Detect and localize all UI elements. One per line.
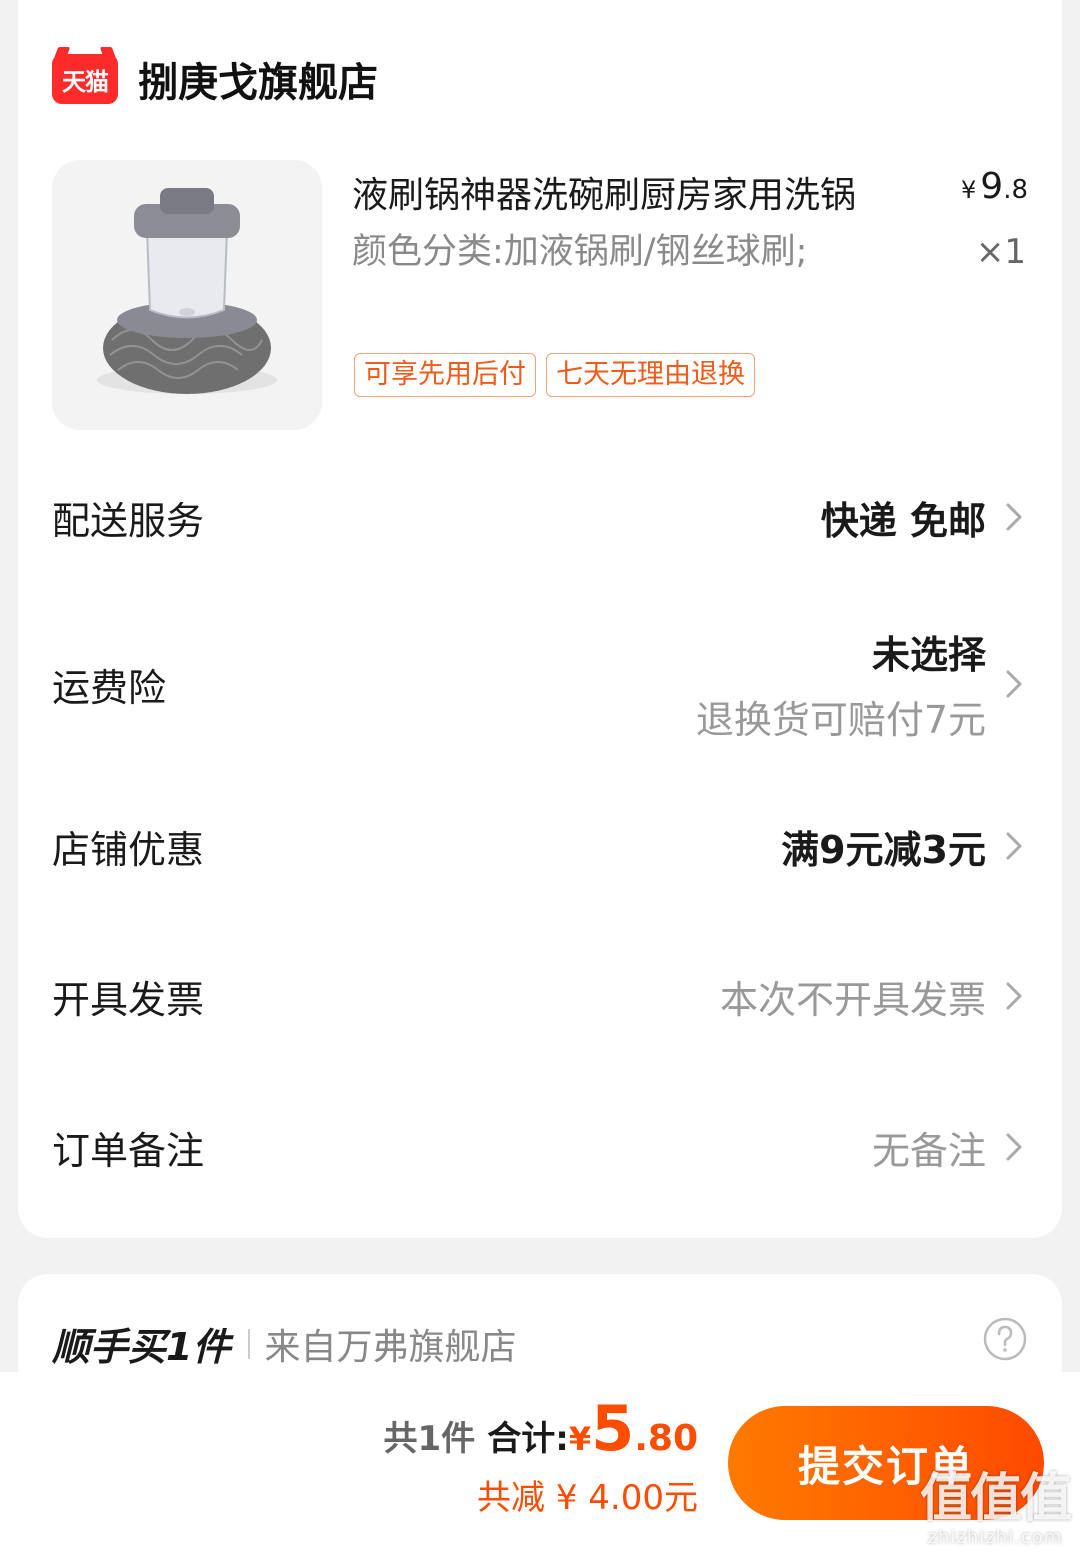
product-price: ¥9.8 bbox=[961, 166, 1028, 207]
site-watermark: 值值值 zhizhizhi.com bbox=[919, 1469, 1072, 1548]
row-label: 店铺优惠 bbox=[52, 827, 205, 872]
remark-value: 无备注 bbox=[871, 1128, 986, 1173]
price-integer: 9 bbox=[980, 166, 1004, 207]
row-store-discount[interactable]: 店铺优惠 满9元减3元 bbox=[52, 819, 1028, 873]
total-label: 合计: bbox=[487, 1419, 569, 1459]
row-label: 配送服务 bbox=[52, 498, 205, 543]
product-image[interactable] bbox=[52, 160, 322, 430]
row-label: 开具发票 bbox=[52, 977, 205, 1022]
shop-name[interactable]: 捌庚戈旗舰店 bbox=[138, 50, 378, 108]
soap-dispenser-brush-icon bbox=[97, 188, 277, 394]
discount-total: 共减 ¥ 4.00元 bbox=[477, 1478, 698, 1518]
row-invoice[interactable]: 开具发票 本次不开具发票 bbox=[52, 969, 1028, 1023]
chevron-right-icon bbox=[1006, 832, 1022, 860]
shop-order-card: 天猫 捌庚戈旗舰店 液刷锅神器洗碗刷厨房家用洗锅 颜色分类:加液锅刷/钢丝球刷;… bbox=[18, 0, 1062, 1238]
total-integer: 5 bbox=[591, 1392, 635, 1465]
tmall-logo-text: 天猫 bbox=[62, 67, 109, 96]
product-quantity: ×1 bbox=[975, 232, 1026, 272]
delivery-value: 快递 免邮 bbox=[820, 498, 986, 543]
row-delivery[interactable]: 配送服务 快递 免邮 bbox=[52, 490, 1028, 544]
store-discount-value: 满9元减3元 bbox=[781, 827, 986, 872]
upsell-title: 顺手买1件 bbox=[52, 1325, 231, 1369]
upsell-header: 顺手买1件 来自万弗旗舰店 bbox=[52, 1316, 516, 1371]
row-freight-insurance[interactable]: 运费险 未选择 退换货可赔付7元 bbox=[52, 624, 1028, 744]
watermark-domain: zhizhizhi.com bbox=[927, 1527, 1063, 1548]
tmall-logo-icon: 天猫 bbox=[52, 54, 118, 104]
watermark-logo: 值值值 bbox=[919, 1469, 1072, 1529]
price-currency: ¥ bbox=[961, 176, 977, 204]
item-count: 共1件 bbox=[383, 1419, 476, 1459]
freight-insurance-sub: 退换货可赔付7元 bbox=[695, 698, 986, 742]
tag-seven-day-return: 七天无理由退换 bbox=[546, 353, 755, 397]
freight-insurance-value: 未选择 bbox=[871, 633, 986, 677]
chevron-right-icon bbox=[1006, 503, 1022, 531]
price-decimal: .8 bbox=[1003, 175, 1028, 205]
total-currency: ¥ bbox=[568, 1420, 592, 1458]
chevron-right-icon bbox=[1006, 982, 1022, 1010]
row-label: 订单备注 bbox=[52, 1128, 205, 1173]
total-decimal: .80 bbox=[634, 1418, 698, 1459]
upsell-source-shop[interactable]: 来自万弗旗舰店 bbox=[264, 1318, 516, 1370]
checkout-bar: 共1件 合计: ¥ 5 .80 共减 ¥ 4.00元 提交订单 bbox=[0, 1372, 1080, 1554]
order-summary: 共1件 合计: ¥ 5 .80 共减 ¥ 4.00元 bbox=[384, 1398, 698, 1519]
product-tags: 可享先用后付 七天无理由退换 bbox=[354, 353, 755, 397]
chevron-right-icon bbox=[1006, 670, 1022, 698]
tag-pay-later: 可享先用后付 bbox=[354, 353, 536, 397]
divider bbox=[248, 1328, 251, 1359]
help-icon[interactable] bbox=[982, 1316, 1028, 1362]
chevron-right-icon bbox=[1006, 1133, 1022, 1161]
row-label: 运费险 bbox=[52, 665, 167, 710]
product-spec[interactable]: 颜色分类:加液锅刷/钢丝球刷; bbox=[352, 226, 832, 278]
product-title[interactable]: 液刷锅神器洗碗刷厨房家用洗锅 bbox=[352, 166, 856, 218]
invoice-value: 本次不开具发票 bbox=[719, 977, 986, 1022]
shop-header[interactable]: 天猫 捌庚戈旗舰店 bbox=[52, 52, 378, 106]
row-remark[interactable]: 订单备注 无备注 bbox=[52, 1120, 1028, 1174]
